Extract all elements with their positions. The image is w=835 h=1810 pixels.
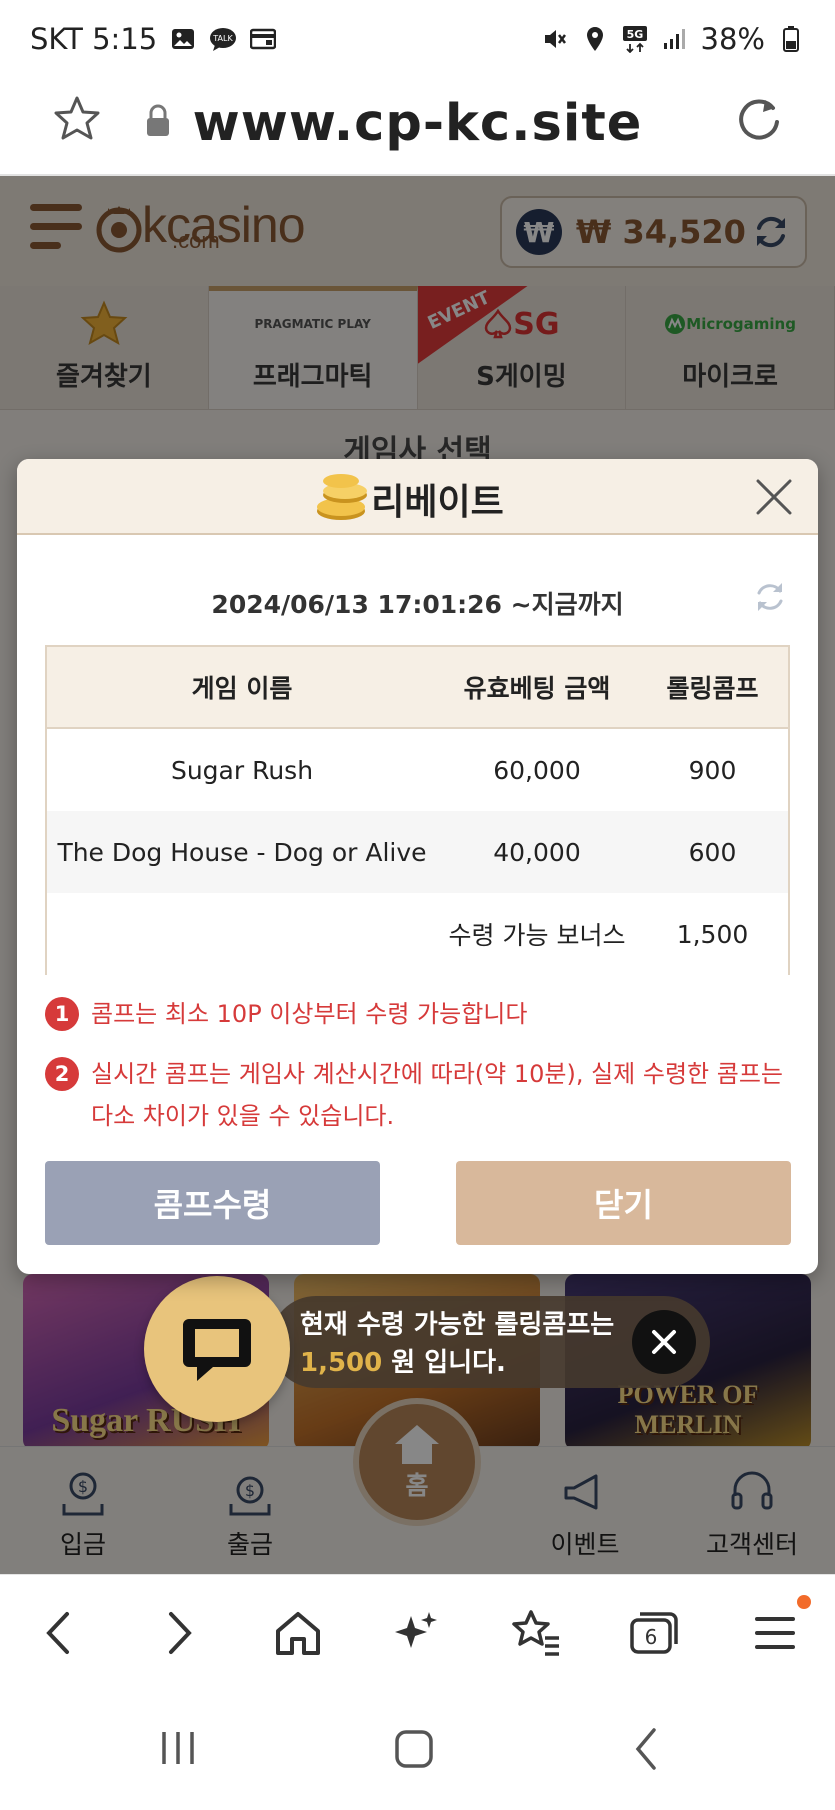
- system-back-icon[interactable]: [632, 1726, 660, 1772]
- modal-close-icon[interactable]: [754, 477, 794, 517]
- card-icon: [249, 26, 277, 52]
- table-row: The Dog House - Dog or Alive 40,000 600: [47, 811, 788, 893]
- carrier-time: SKT 5:15: [30, 22, 158, 56]
- bookmarks-button[interactable]: [506, 1603, 566, 1663]
- network-5g-icon: 5G: [621, 26, 649, 53]
- svg-text:TALK: TALK: [213, 34, 234, 43]
- home-button[interactable]: [268, 1603, 328, 1663]
- notice-line: 1 콤프는 최소 10P 이상부터 수령 가능합니다: [45, 993, 527, 1035]
- signal-icon: [661, 26, 689, 52]
- chevron-left-icon: [46, 1612, 69, 1654]
- notice-amount: 1,500: [300, 1348, 383, 1378]
- total-value: 1,500: [676, 919, 749, 949]
- gallery-icon: [169, 26, 197, 52]
- rebate-modal: 리베이트 2024/06/13 17:01:26 ~지금까지 게임 이름 유효베…: [17, 459, 818, 1274]
- ai-sparkle-button[interactable]: [386, 1603, 446, 1663]
- claim-comp-button[interactable]: 콤프수령: [45, 1161, 380, 1245]
- chat-bubble-icon: [183, 1319, 251, 1381]
- back-button[interactable]: [28, 1603, 88, 1663]
- modal-header: 리베이트: [17, 459, 818, 535]
- refresh-icon[interactable]: [752, 579, 788, 615]
- chat-button[interactable]: [144, 1276, 290, 1422]
- toast-close-button[interactable]: [632, 1310, 696, 1374]
- close-button[interactable]: 닫기: [456, 1161, 791, 1245]
- table-header: 게임 이름 유효베팅 금액 롤링콤프: [47, 647, 788, 729]
- notification-dot: [797, 1595, 811, 1609]
- star-list-icon: [512, 1610, 559, 1656]
- mute-icon: [541, 26, 569, 52]
- status-bar: SKT 5:15 TALK 5G 38%: [0, 0, 835, 78]
- home-outline-icon: [276, 1612, 320, 1655]
- svg-text:6: 6: [645, 1625, 658, 1649]
- sparkle-icon: [395, 1612, 437, 1648]
- reload-icon[interactable]: [733, 94, 785, 150]
- location-icon: [581, 26, 609, 52]
- table-row: Sugar Rush 60,000 900: [47, 729, 788, 811]
- total-label: 수령 가능 보너스: [448, 921, 626, 950]
- recent-apps-icon[interactable]: [158, 1728, 198, 1768]
- battery-percent: 38%: [700, 22, 765, 56]
- hamburger-icon: [755, 1617, 795, 1649]
- close-icon: [652, 1330, 676, 1354]
- notice-number: 1: [45, 997, 79, 1031]
- notice-line: 2 실시간 콤프는 게임사 계산시간에 따라(약 10분), 실제 수령한 콤프…: [45, 1053, 785, 1137]
- tabs-button[interactable]: 6: [624, 1603, 684, 1663]
- svg-text:5G: 5G: [626, 28, 643, 41]
- table-total-row: 수령 가능 보너스 1,500: [47, 893, 788, 975]
- home-square-icon[interactable]: [393, 1728, 435, 1770]
- rebate-table: 게임 이름 유효베팅 금액 롤링콤프 Sugar Rush 60,000 900…: [45, 645, 790, 975]
- modal-title: 리베이트: [371, 482, 504, 523]
- tabs-icon: 6: [630, 1612, 678, 1654]
- system-navigation-bar: [0, 1692, 835, 1810]
- notice-number: 2: [45, 1057, 79, 1091]
- period-text: 2024/06/13 17:01:26 ~지금까지: [211, 590, 624, 619]
- battery-icon: [777, 26, 805, 52]
- comp-notice-toast: 현재 수령 가능한 롤링콤프는 1,500 원 입니다.: [270, 1296, 710, 1388]
- browser-toolbar: 6: [0, 1574, 835, 1692]
- url-text[interactable]: www.cp-kc.site: [0, 94, 835, 153]
- chevron-right-icon: [169, 1612, 192, 1654]
- talk-icon: TALK: [209, 26, 237, 52]
- forward-button[interactable]: [150, 1603, 210, 1663]
- browser-menu-button[interactable]: [745, 1595, 811, 1663]
- browser-address-bar: www.cp-kc.site: [0, 78, 835, 176]
